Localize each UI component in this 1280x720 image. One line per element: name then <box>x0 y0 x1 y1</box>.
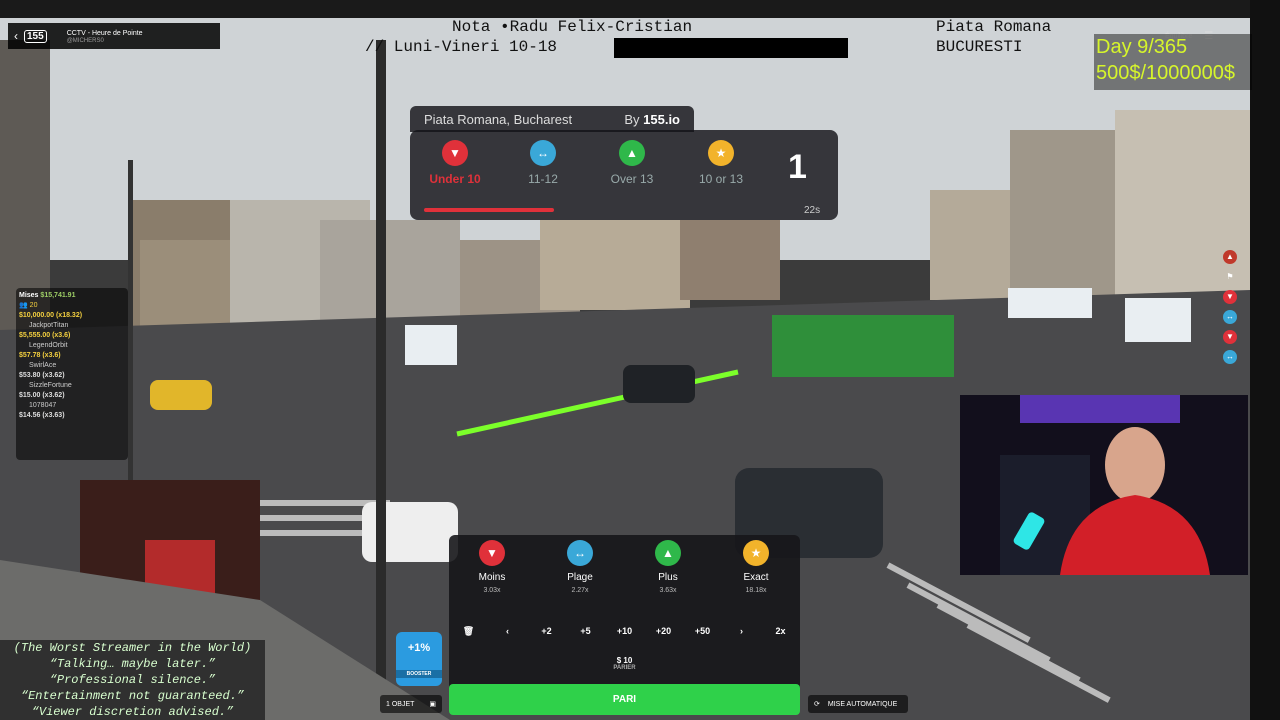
bet-entry-user: SwirlAce <box>29 362 57 369</box>
money-progress: 500$/1000000$ <box>1096 62 1236 84</box>
vehicle-count: 1 <box>788 148 807 186</box>
bet-amount[interactable]: $ 10 PARIER <box>449 650 800 680</box>
bet-entry-user: JackpotTitan <box>29 322 69 329</box>
streamer-quotes: (The Worst Streamer in the World) “Talki… <box>0 640 265 720</box>
flag-icon[interactable]: ⚑ <box>1223 270 1237 284</box>
bag-icon: ▣ <box>429 701 436 708</box>
streamer-webcam <box>960 395 1248 575</box>
round-timer-bar <box>424 208 554 212</box>
hours-text: // Luni-Vineri 10-18 <box>365 38 558 56</box>
bet-entry-amount: $53.80 (x3.62) <box>19 372 65 379</box>
chevron-left-icon[interactable]: ‹ <box>488 626 527 636</box>
range-icon: ↔ <box>530 140 556 166</box>
day-counter: Day 9/365 <box>1096 36 1188 58</box>
increment-button[interactable]: +50 <box>683 626 722 636</box>
place-line2: BUCURESTI <box>936 38 1023 56</box>
place-line1: Piata Romana <box>936 18 1052 36</box>
bets-player-count: 👥 20 <box>19 302 38 309</box>
increment-row: 🗑 ‹ +2 +5 +10 +20 +50 › 2x <box>449 618 800 644</box>
trash-icon[interactable]: 🗑 <box>449 626 488 637</box>
booster-button[interactable]: +1% BOOSTER <box>396 632 442 686</box>
bet-entry-amount: $14.56 (x3.63) <box>19 412 65 419</box>
round-option-range: ↔ 11-12 <box>508 140 578 186</box>
chevron-down-icon[interactable]: ▼ <box>1223 330 1237 344</box>
cctv-channel-badge[interactable]: ‹ 155 CCTV - Heure de Pointe @MICHERS0 <box>8 23 220 49</box>
round-location: Piata Romana, Bucharest <box>424 111 573 127</box>
increment-button[interactable]: +2 <box>527 626 566 636</box>
webcam-feed <box>960 395 1248 575</box>
bet-entry-user: SizzleFortune <box>29 382 72 389</box>
chevron-down-icon[interactable]: ▼ <box>1223 290 1237 304</box>
stream-frame: { "stream": { "cctv_title": "CCTV - Heur… <box>0 0 1280 720</box>
chevron-right-icon[interactable]: › <box>722 626 761 636</box>
quote-line: “Talking… maybe later.” <box>49 657 216 671</box>
chevron-up-icon: ▲ <box>619 140 645 166</box>
bet-entry-user: LegendOrbit <box>29 342 68 349</box>
round-option-under: ▼ Under 10 <box>420 140 490 186</box>
bet-entry-amount: $15.00 (x3.62) <box>19 392 65 399</box>
bet-option-exact[interactable]: ★ Exact 18.18x <box>713 540 799 594</box>
bet-amount-value: $ 10 <box>616 656 633 665</box>
cctv-handle: @MICHERS0 <box>66 37 104 44</box>
nota-text: Nota •Radu Felix-Cristian <box>452 18 693 36</box>
increment-button[interactable]: +20 <box>644 626 683 636</box>
chevron-down-icon: ▼ <box>442 140 468 166</box>
round-option-over: ▲ Over 13 <box>597 140 667 186</box>
items-button[interactable]: 1 OBJET ▣ <box>380 695 442 713</box>
bet-option-plage[interactable]: ↔ Plage 2.27x <box>537 540 623 594</box>
refresh-icon: ⟳ <box>814 701 820 708</box>
star-icon: ★ <box>743 540 769 566</box>
quote-line: “Viewer discretion advised.” <box>31 705 234 719</box>
cctv-title: CCTV - Heure de Pointe <box>66 29 143 37</box>
bet-entry-amount: $5,555.00 (x3.6) <box>19 332 71 339</box>
bet-amount-label: PARIER <box>613 665 636 671</box>
chevron-down-icon: ▼ <box>479 540 505 566</box>
round-option-exact: ★ 10 or 13 <box>686 140 756 186</box>
bet-option-plus[interactable]: ▲ Plus 3.63x <box>625 540 711 594</box>
quote-line: “Professional silence.” <box>49 673 216 687</box>
redacted-bar <box>614 38 848 58</box>
star-icon: ★ <box>708 140 734 166</box>
quote-line: (The Worst Streamer in the World) <box>13 641 252 655</box>
round-header: Piata Romana, Bucharest By 155.io <box>410 106 694 132</box>
back-chevron-icon[interactable]: ‹ <box>14 29 18 43</box>
increment-button[interactable]: +10 <box>605 626 644 636</box>
booster-pct: +1% <box>407 642 431 654</box>
double-button[interactable]: 2x <box>761 626 800 636</box>
round-timer-text: 22s <box>804 205 821 216</box>
auto-bet-button[interactable]: ⟳ MISE AUTOMATIQUE <box>808 695 908 713</box>
place-bet-button[interactable]: PARI <box>449 684 800 715</box>
cctv-logo: 155 <box>24 29 47 43</box>
round-by: By 155.io <box>624 111 680 127</box>
bet-entry-amount: $57.78 (x3.6) <box>19 352 61 359</box>
bet-entry-amount: $10,000.00 (x18.32) <box>19 312 83 319</box>
side-icon-strip[interactable]: ▲ ⚑ ▼ ↔ ▼ ↔ <box>1219 250 1241 364</box>
range-icon[interactable]: ↔ <box>1223 350 1237 364</box>
bet-entry-user: 1078047 <box>29 402 57 409</box>
range-icon: ↔ <box>567 540 593 566</box>
alert-icon[interactable]: ▲ <box>1223 250 1237 264</box>
round-brand: 155.io <box>643 111 680 127</box>
increment-button[interactable]: +5 <box>566 626 605 636</box>
range-icon[interactable]: ↔ <box>1223 310 1237 324</box>
booster-label: BOOSTER <box>396 670 442 678</box>
quote-line: “Entertainment not guaranteed.” <box>20 689 245 703</box>
bets-title: Mises $15,741.91 <box>19 292 76 299</box>
bet-option-moins[interactable]: ▼ Moins 3.03x <box>449 540 535 594</box>
bets-panel: Mises $15,741.91 👥 20 $10,000.00 (x18.32… <box>16 288 128 460</box>
challenge-box: Day 9/365 500$/1000000$ <box>1094 34 1252 90</box>
chevron-up-icon: ▲ <box>655 540 681 566</box>
